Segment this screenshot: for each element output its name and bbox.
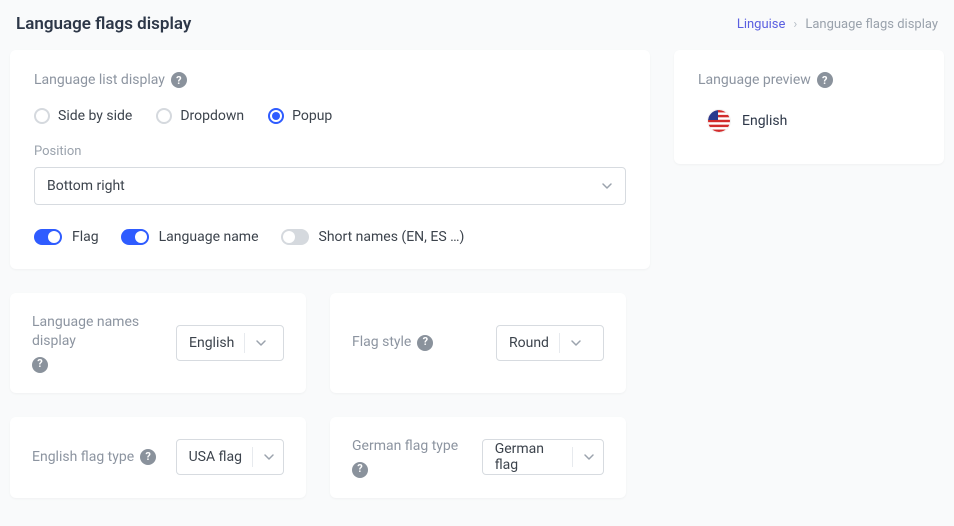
english-flag-type-select[interactable]: USA flag — [176, 439, 284, 475]
toggle-group-language-name: Language name — [121, 229, 259, 245]
names-display-value: English — [189, 335, 234, 351]
language-preview-card: Language preview ? Eng — [674, 50, 944, 164]
select-divider — [252, 447, 253, 467]
radio-label: Dropdown — [180, 108, 244, 124]
language-name-toggle-label: Language name — [159, 229, 259, 245]
position-label: Position — [34, 144, 626, 159]
page-title: Language flags display — [16, 14, 191, 34]
preview-label-text: Language preview — [698, 72, 811, 88]
german-flag-type-value: German flag — [495, 441, 562, 473]
chevron-right-icon: › — [793, 17, 797, 32]
help-icon[interactable]: ? — [352, 462, 368, 478]
flag-style-label: Flag style ? — [352, 333, 433, 352]
names-display-label: Language names display ? — [32, 313, 164, 373]
english-flag-type-card: English flag type ? USA flag — [10, 417, 306, 498]
flag-toggle[interactable] — [34, 229, 62, 245]
help-icon[interactable]: ? — [817, 72, 833, 88]
breadcrumb-link-linguise[interactable]: Linguise — [737, 17, 786, 32]
flag-toggle-label: Flag — [72, 229, 99, 245]
help-icon[interactable]: ? — [32, 357, 48, 373]
position-value: Bottom right — [47, 178, 125, 194]
display-toggles: Flag Language name Short names (EN, ES …… — [34, 229, 626, 245]
radio-icon — [34, 108, 50, 124]
usa-flag-icon — [708, 110, 730, 132]
german-flag-type-card: German flag type ? German flag — [330, 417, 626, 498]
breadcrumb-current: Language flags display — [805, 17, 938, 32]
position-select[interactable]: Bottom right — [34, 167, 626, 205]
select-divider — [244, 333, 245, 353]
help-icon[interactable]: ? — [417, 335, 433, 351]
chevron-down-icon — [263, 451, 275, 463]
radio-side-by-side[interactable]: Side by side — [34, 108, 132, 124]
section-label-list-display: Language list display ? — [34, 72, 187, 88]
short-names-toggle[interactable] — [281, 229, 309, 245]
english-flag-type-label: English flag type ? — [32, 448, 156, 467]
radio-popup[interactable]: Popup — [268, 108, 332, 124]
section-label-text: Language list display — [34, 72, 165, 88]
short-names-toggle-label: Short names (EN, ES …) — [319, 229, 465, 245]
flag-style-select[interactable]: Round — [496, 325, 604, 361]
chevron-down-icon — [601, 180, 613, 192]
flag-style-card: Flag style ? Round — [330, 293, 626, 393]
names-display-select[interactable]: English — [176, 325, 284, 361]
breadcrumb: Linguise › Language flags display — [737, 17, 938, 32]
flag-style-value: Round — [509, 335, 549, 351]
select-divider — [559, 333, 560, 353]
display-mode-radio-group: Side by side Dropdown Popup — [34, 108, 626, 124]
section-label-preview: Language preview ? — [698, 72, 833, 88]
language-name-toggle[interactable] — [121, 229, 149, 245]
page-header: Language flags display Linguise › Langua… — [10, 10, 944, 50]
preview-body: English — [698, 110, 920, 132]
preview-language-label: English — [742, 113, 787, 129]
radio-dropdown[interactable]: Dropdown — [156, 108, 244, 124]
chevron-down-icon — [583, 451, 595, 463]
language-list-display-card: Language list display ? Side by side Dro… — [10, 50, 650, 269]
radio-icon — [156, 108, 172, 124]
radio-label: Side by side — [58, 108, 132, 124]
toggle-group-flag: Flag — [34, 229, 99, 245]
german-flag-type-select[interactable]: German flag — [482, 439, 604, 475]
chevron-down-icon — [570, 337, 582, 349]
language-names-display-card: Language names display ? English — [10, 293, 306, 393]
help-icon[interactable]: ? — [171, 72, 187, 88]
german-flag-type-label: German flag type ? — [352, 437, 470, 478]
english-flag-type-value: USA flag — [189, 449, 242, 465]
radio-icon — [268, 108, 284, 124]
toggle-group-short-names: Short names (EN, ES …) — [281, 229, 465, 245]
help-icon[interactable]: ? — [140, 449, 156, 465]
select-divider — [572, 447, 573, 467]
chevron-down-icon — [255, 337, 267, 349]
radio-label: Popup — [292, 108, 332, 124]
